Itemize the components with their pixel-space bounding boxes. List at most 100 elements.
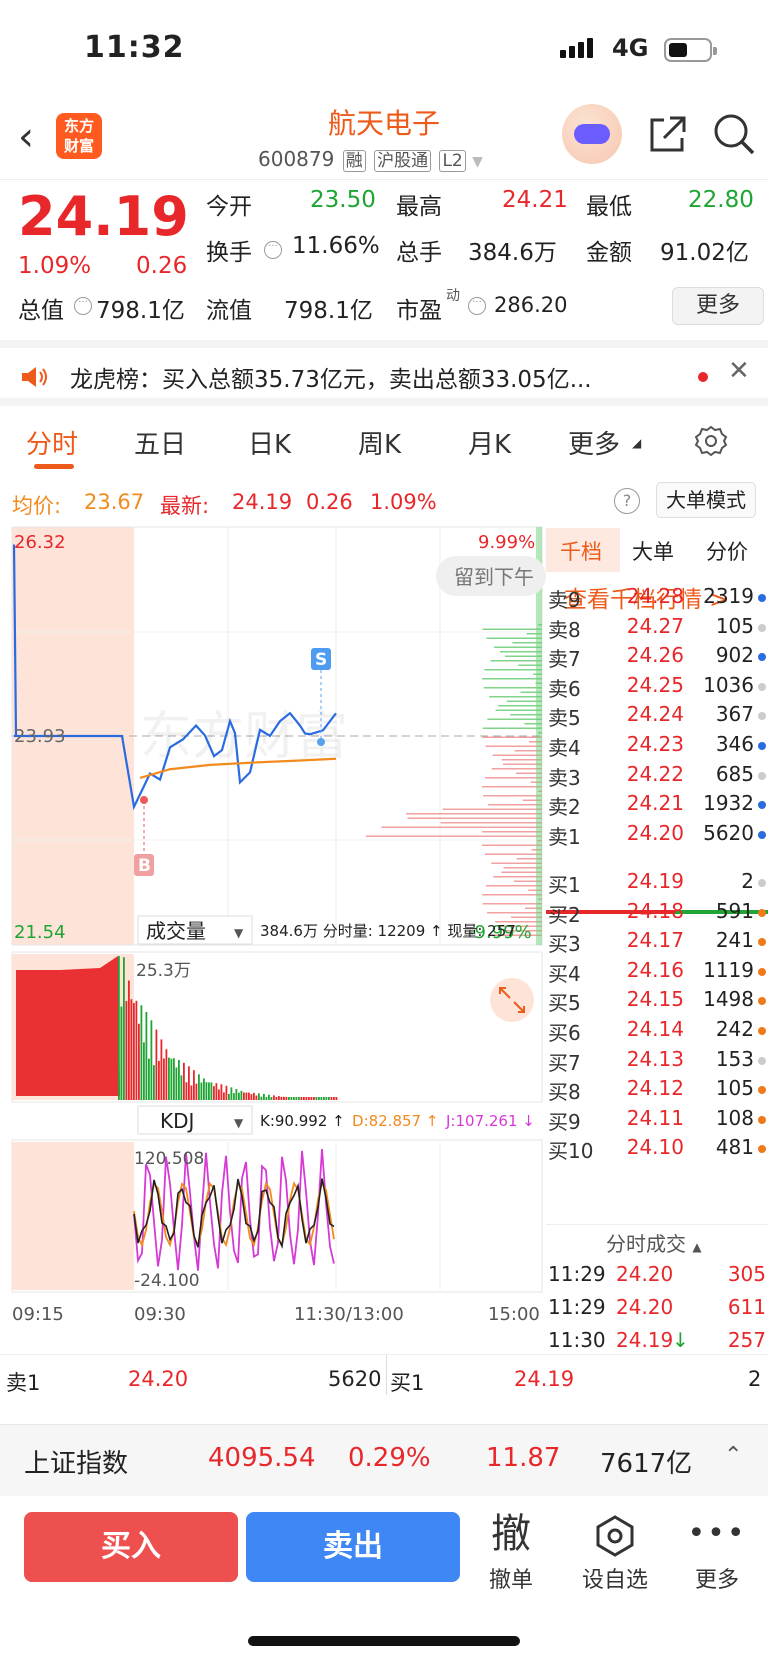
bid-row[interactable]: 买2 24.18 591 <box>546 899 768 929</box>
chg-value: 0.26 <box>306 490 353 514</box>
amount-label: 金额 <box>586 240 632 266</box>
index-amount: 7617亿 <box>600 1449 693 1479</box>
volume-bar <box>130 999 133 1100</box>
book-tab-big-order[interactable]: 大单 <box>632 536 674 566</box>
share-icon[interactable] <box>646 112 690 156</box>
bid-price: 24.10 <box>626 1135 684 1160</box>
network-label: 4G <box>612 34 649 62</box>
unread-dot <box>698 372 708 382</box>
volume-bar <box>298 1097 300 1100</box>
bid-row[interactable]: 买10 24.10 481 <box>546 1135 768 1165</box>
volume-bar <box>118 956 120 1100</box>
bid-row[interactable]: 买3 24.17 241 <box>546 928 768 958</box>
settings-gear-icon[interactable] <box>694 424 728 458</box>
depth-bar <box>483 795 542 797</box>
help-icon[interactable]: ? <box>614 488 640 514</box>
cancel-order-button[interactable]: 撤 撤单 <box>466 1508 556 1594</box>
depth-bar <box>487 718 542 720</box>
ask-dot <box>758 712 766 721</box>
bid-row[interactable]: 买7 24.13 153 <box>546 1047 768 1077</box>
assistant-avatar-icon[interactable] <box>562 104 622 164</box>
depth-bar <box>489 696 542 698</box>
expand-up-icon[interactable]: ⌃ <box>724 1443 742 1468</box>
tab-intraday[interactable]: 分时 <box>26 424 78 461</box>
volume-bar <box>245 1092 248 1100</box>
book-tab-depth[interactable]: 千档 <box>560 536 602 566</box>
tab-day-k[interactable]: 日K <box>248 424 291 461</box>
volume-bar <box>165 1049 168 1100</box>
bid-label: 买4 <box>548 961 581 986</box>
info-dots-icon[interactable]: ··· <box>74 297 92 315</box>
ask-volume: 1036 <box>703 672 754 697</box>
bid-row[interactable]: 买5 24.15 1498 <box>546 987 768 1017</box>
low-value: 22.80 <box>688 187 754 213</box>
volume-bar <box>265 1097 268 1100</box>
search-icon[interactable] <box>712 112 756 156</box>
tab-month-k[interactable]: 月K <box>468 424 511 461</box>
bid-row[interactable]: 买6 24.14 242 <box>546 1017 768 1047</box>
bid-dot <box>758 967 766 976</box>
bid-dot <box>758 1115 766 1124</box>
volume-bar <box>323 1097 325 1100</box>
tab-more[interactable]: 更多 <box>568 424 620 461</box>
volume-bar <box>205 1082 208 1100</box>
bid-dot <box>758 879 766 887</box>
depth-bar <box>494 646 542 648</box>
add-watchlist-button[interactable]: 设自选 <box>570 1508 660 1594</box>
expand-button[interactable] <box>490 978 534 1022</box>
tab-week-k[interactable]: 周K <box>358 424 401 461</box>
buy-point <box>140 796 148 804</box>
intraday-chart[interactable]: 东方财富 B S 留到下午 26.32 23.93 21.54 9.99% -9… <box>0 524 546 1358</box>
sell-button[interactable]: 卖出 <box>246 1512 460 1582</box>
ask-price: 24.23 <box>626 732 684 756</box>
depth-bar <box>483 687 542 689</box>
volume-bar <box>190 1085 193 1100</box>
ask-row[interactable]: 卖6 24.25 1036 <box>546 673 768 703</box>
more-actions-button[interactable]: ••• 更多 <box>672 1508 762 1594</box>
bid-volume: 2 <box>741 869 754 893</box>
close-icon[interactable]: ✕ <box>728 356 750 386</box>
active-tab-indicator <box>34 464 74 469</box>
ask-row[interactable]: 卖8 24.27 105 <box>546 614 768 644</box>
ask-row[interactable]: 卖2 24.21 1932 <box>546 791 768 821</box>
depth-bar <box>482 727 542 729</box>
ask-price: 24.25 <box>626 672 684 697</box>
dragon-tiger-notice[interactable]: 龙虎榜：买入总额35.73亿元，卖出总额33.05亿... ✕ <box>0 340 768 406</box>
bid-row[interactable]: 买8 24.12 105 <box>546 1076 768 1106</box>
index-ticker-bar[interactable]: 上证指数 4095.54 0.29% 11.87 7617亿 ⌃ <box>0 1424 768 1496</box>
bid-label: 买9 <box>548 1109 581 1134</box>
tab-5day[interactable]: 五日 <box>134 424 186 461</box>
ask-price: 24.20 <box>626 820 684 845</box>
volume-bar <box>185 1082 188 1100</box>
y-bottom-label: 21.54 <box>14 922 66 943</box>
watchlist-icon <box>570 1508 660 1562</box>
big-order-mode-button[interactable]: 大单模式 <box>656 482 756 518</box>
ask-row[interactable]: 卖7 24.26 902 <box>546 643 768 673</box>
buy-button[interactable]: 买入 <box>24 1512 238 1582</box>
ask-row[interactable]: 卖1 24.20 5620 <box>546 821 768 851</box>
volume-bar <box>303 1097 305 1100</box>
volume-bar <box>278 1096 280 1100</box>
ask-row[interactable]: 卖5 24.24 367 <box>546 702 768 732</box>
bid-row[interactable]: 买1 24.19 2 <box>546 869 768 899</box>
ask-row[interactable]: 卖9 24.28 2319 <box>546 584 768 614</box>
more-quote-button[interactable]: 更多 <box>672 287 764 325</box>
trade-volume: 305 <box>727 1262 766 1286</box>
info-dots-icon[interactable]: ··· <box>264 241 282 259</box>
bid-volume: 591 <box>715 898 754 923</box>
depth-bar <box>495 709 542 711</box>
bid-row[interactable]: 买9 24.11 108 <box>546 1106 768 1136</box>
ask-row[interactable]: 卖3 24.22 685 <box>546 762 768 792</box>
info-dots-icon[interactable]: ··· <box>468 297 486 315</box>
volume-bar <box>235 1089 238 1100</box>
last-value: 24.19 <box>232 490 293 514</box>
volume-bar <box>208 1082 210 1100</box>
ask-row[interactable]: 卖4 24.23 346 <box>546 732 768 762</box>
volume-bar <box>175 1067 178 1100</box>
status-time: 11:32 <box>84 30 185 65</box>
trades-title[interactable]: 分时成交 ▲ <box>606 1228 702 1257</box>
book-tab-price-dist[interactable]: 分价 <box>706 536 748 566</box>
stock-code-row[interactable]: 600879 融 沪股通 L2 ▼ <box>258 146 483 172</box>
kdj-j-value: J:107.261 ↓ <box>445 1112 535 1130</box>
bid-row[interactable]: 买4 24.16 1119 <box>546 958 768 988</box>
